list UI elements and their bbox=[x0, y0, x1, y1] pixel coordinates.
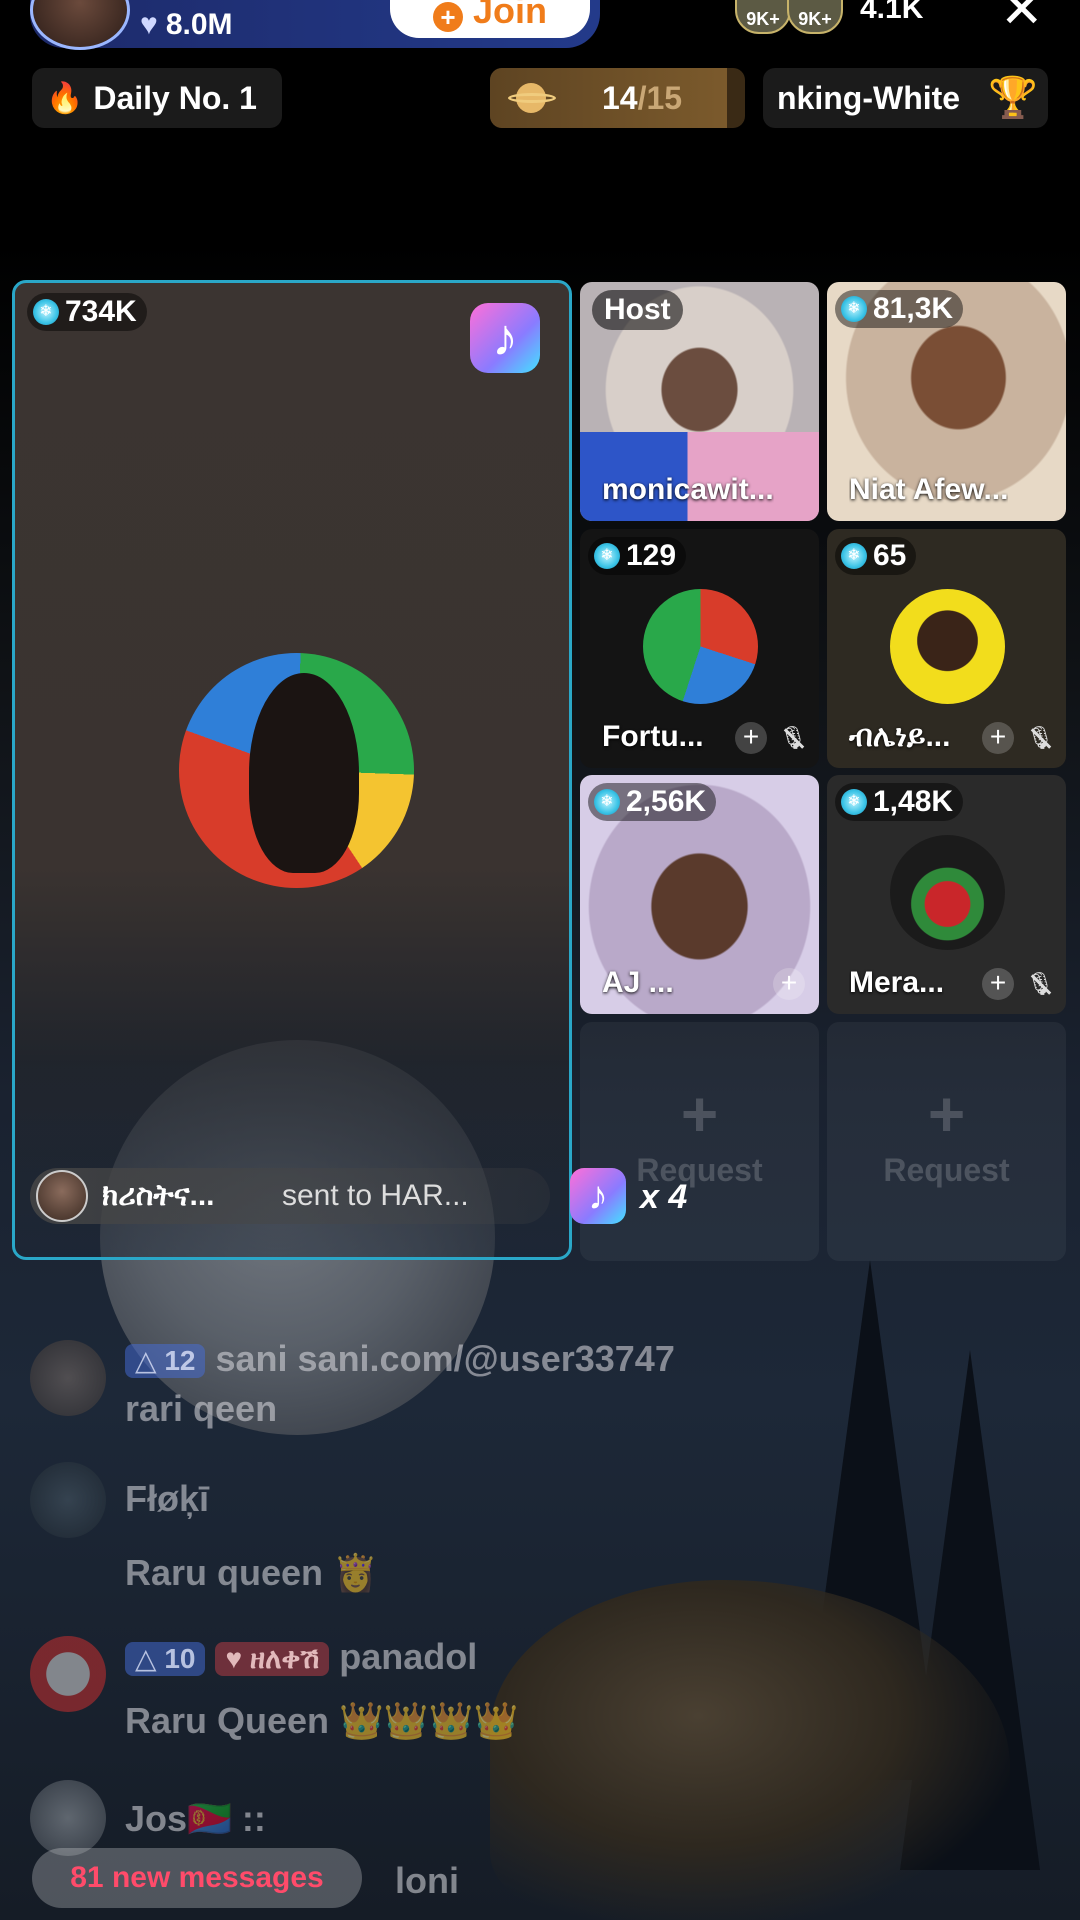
chat-text: rari qeen bbox=[125, 1388, 278, 1429]
mic-muted-icon: 🎙 bbox=[1024, 968, 1056, 1000]
close-icon[interactable]: ✕ bbox=[1000, 0, 1044, 36]
guest-tile[interactable]: ❄ 81,3K Niat Afew... bbox=[827, 282, 1066, 521]
viewer-badge[interactable]: 9K+ bbox=[787, 0, 843, 34]
plus-icon: + bbox=[927, 1078, 966, 1150]
guest-avatar[interactable] bbox=[890, 589, 1005, 704]
gem-icon: ❄ bbox=[841, 543, 867, 569]
viewer-badge[interactable]: 9K+ bbox=[735, 0, 791, 34]
score-value: 734K bbox=[65, 295, 137, 328]
chat-text: Raru Queen 👑👑👑👑 bbox=[125, 1700, 519, 1741]
score-badge: ❄ 2,56K bbox=[588, 783, 717, 821]
daily-rank-label: Daily No. 1 bbox=[93, 79, 257, 116]
level-badge: △ 10 bbox=[125, 1642, 206, 1677]
gift-text: sent to HAR... bbox=[282, 1179, 469, 1212]
score-value: 129 bbox=[626, 539, 677, 572]
chat-text: loni bbox=[395, 1860, 459, 1901]
chat-username: Jos🇪🇷 :: bbox=[125, 1798, 266, 1839]
planet-icon bbox=[508, 83, 556, 113]
guest-tile-host[interactable]: Host monicawit... bbox=[580, 282, 819, 521]
score-badge: ❄ 129 bbox=[588, 537, 687, 575]
gem-icon: ❄ bbox=[33, 299, 59, 325]
gift-sender: ክሪስትና... bbox=[102, 1179, 215, 1212]
guest-tile[interactable]: ❄ 1,48K Mera... + 🎙 bbox=[827, 775, 1066, 1014]
gift-count: x 4 bbox=[640, 1178, 688, 1216]
likes-value: 8.0M bbox=[165, 8, 233, 41]
likes-count: ♥ 8.0M bbox=[140, 8, 233, 42]
chat-text: Raru queen 👸 bbox=[125, 1552, 378, 1593]
music-note-icon: ♪ bbox=[570, 1168, 626, 1224]
score-value: 81,3K bbox=[873, 292, 954, 325]
chat-username: Fłøķī bbox=[125, 1478, 210, 1519]
trophy-icon: 🏆 bbox=[988, 76, 1038, 120]
main-guest-tile[interactable]: ❄ 734K ♪ bbox=[12, 280, 572, 1260]
request-slot[interactable]: + Request bbox=[580, 1022, 819, 1261]
gem-icon: ❄ bbox=[594, 543, 620, 569]
chat-message[interactable]: △ 10 ♥ ዘለቀሽ panadol bbox=[125, 1636, 477, 1678]
level-value: 10 bbox=[164, 1643, 196, 1675]
host-label: Host bbox=[592, 290, 683, 330]
sender-avatar bbox=[36, 1170, 88, 1222]
plus-icon: + bbox=[432, 2, 463, 32]
request-slot[interactable]: + Request bbox=[827, 1022, 1066, 1261]
chat-avatar[interactable] bbox=[30, 1340, 106, 1416]
chat-avatar[interactable] bbox=[30, 1780, 106, 1856]
add-icon[interactable]: + bbox=[982, 722, 1014, 754]
score-badge: ❄ 734K bbox=[27, 293, 147, 331]
score-badge: ❄ 81,3K bbox=[835, 290, 964, 328]
score-badge: ❄ 65 bbox=[835, 537, 917, 575]
guest-avatar[interactable] bbox=[643, 589, 758, 704]
score-badge: ❄ 1,48K bbox=[835, 783, 964, 821]
add-icon[interactable]: + bbox=[982, 968, 1014, 1000]
guest-avatar[interactable] bbox=[890, 835, 1005, 950]
gem-icon: ❄ bbox=[841, 789, 867, 815]
mic-muted-icon: 🎙 bbox=[1024, 722, 1056, 754]
progress-total: /15 bbox=[637, 79, 683, 116]
plus-icon: + bbox=[680, 1078, 719, 1150]
gift-banner: ክሪስትና... sent to HAR... bbox=[30, 1168, 550, 1224]
daily-rank-pill[interactable]: 🔥 Daily No. 1 bbox=[32, 68, 282, 128]
add-icon[interactable]: + bbox=[735, 722, 767, 754]
gem-icon: ❄ bbox=[841, 296, 867, 322]
guest-name: Mera... bbox=[849, 966, 945, 999]
chat-avatar[interactable] bbox=[30, 1462, 106, 1538]
score-value: 65 bbox=[873, 539, 907, 572]
fan-badge: ♥ ዘለቀሽ bbox=[215, 1642, 330, 1677]
join-label: Join bbox=[472, 0, 547, 31]
guest-name: Fortu... bbox=[602, 720, 704, 753]
chat-avatar[interactable] bbox=[30, 1636, 106, 1712]
mic-muted-icon: 🎙 bbox=[777, 722, 809, 754]
chat-username: panadol bbox=[339, 1636, 478, 1677]
top-viewers[interactable]: 9K+ 9K+ bbox=[735, 0, 843, 34]
ranking-pill[interactable]: nking-White 🏆 bbox=[763, 68, 1048, 128]
chat-username: sani sani.com/@user33747 bbox=[215, 1338, 675, 1379]
goal-progress-pill[interactable]: 14/15 bbox=[490, 68, 745, 128]
ranking-text: nking-White bbox=[777, 79, 961, 116]
music-note-icon: ♪ bbox=[470, 303, 540, 373]
flame-icon: 🔥 bbox=[46, 81, 84, 115]
gem-icon: ❄ bbox=[594, 789, 620, 815]
chat-message[interactable]: △ 12 sani sani.com/@user33747 bbox=[125, 1338, 675, 1380]
guest-tile[interactable]: ❄ 129 Fortu... + 🎙 bbox=[580, 529, 819, 768]
guest-avatar[interactable] bbox=[179, 653, 414, 888]
heart-icon: ♥ bbox=[140, 8, 158, 41]
progress-current: 14 bbox=[602, 79, 638, 116]
level-value: 12 bbox=[164, 1345, 196, 1377]
guest-name: Niat Afew... bbox=[849, 473, 1009, 506]
new-messages-button[interactable]: 81 new messages bbox=[32, 1848, 362, 1908]
score-value: 2,56K bbox=[626, 785, 707, 818]
guest-tile[interactable]: ❄ 2,56K AJ ... + bbox=[580, 775, 819, 1014]
score-value: 1,48K bbox=[873, 785, 954, 818]
guest-name: monicawit... bbox=[602, 473, 774, 506]
guest-name: ብሌነይ... bbox=[849, 720, 951, 753]
add-icon[interactable]: + bbox=[773, 968, 805, 1000]
viewer-count[interactable]: 4.1K bbox=[860, 0, 923, 26]
fan-badge-label: ዘለቀሽ bbox=[249, 1643, 320, 1675]
join-button[interactable]: + Join bbox=[390, 0, 590, 38]
guest-name: AJ ... bbox=[602, 966, 674, 999]
level-badge: △ 12 bbox=[125, 1344, 206, 1379]
request-label: Request bbox=[883, 1152, 1010, 1188]
progress-text: 14/15 bbox=[602, 80, 682, 117]
guest-tile[interactable]: ❄ 65 ብሌነይ... + 🎙 bbox=[827, 529, 1066, 768]
